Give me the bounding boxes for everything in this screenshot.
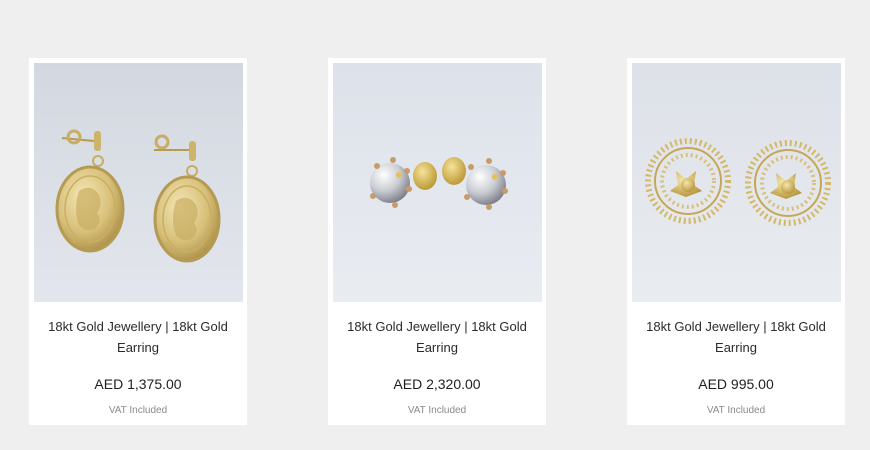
vat-label: VAT Included [108,405,168,416]
sunburst-stud-earrings-image [632,63,841,302]
product-image[interactable] [333,63,542,302]
vat-label: VAT Included [706,405,766,416]
product-image[interactable] [34,63,243,302]
product-title[interactable]: 18kt Gold Jewellery | 18kt Gold Earring [633,316,839,358]
product-price: AED 1,375.00 [94,376,182,392]
product-price: AED 995.00 [698,376,774,392]
product-image[interactable] [632,63,841,302]
product-card[interactable]: 18kt Gold Jewellery | 18kt Gold Earring … [627,58,845,425]
product-title[interactable]: 18kt Gold Jewellery | 18kt Gold Earring [334,316,540,358]
product-card[interactable]: 18kt Gold Jewellery | 18kt Gold Earring … [328,58,546,425]
silver-ball-stud-earrings-image [333,63,542,302]
coin-earrings-image [34,63,243,302]
product-price: AED 2,320.00 [393,376,481,392]
product-title[interactable]: 18kt Gold Jewellery | 18kt Gold Earring [35,316,241,358]
product-card[interactable]: 18kt Gold Jewellery | 18kt Gold Earring … [29,58,247,425]
vat-label: VAT Included [407,405,467,416]
